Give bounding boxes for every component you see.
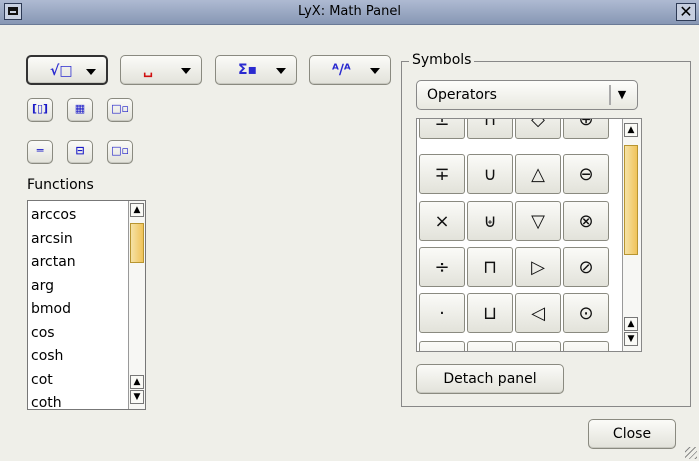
symbols-scrollbar[interactable]: ▲ ▲ ▼ <box>622 119 641 351</box>
list-item[interactable]: cosh <box>31 345 76 369</box>
superscript-button[interactable]: □▫ <box>107 140 133 164</box>
list-item[interactable]: arcsin <box>31 228 76 252</box>
close-button[interactable]: Close <box>588 419 676 449</box>
symbol-button[interactable]: ∩ <box>467 119 513 139</box>
styles-dropdown-button[interactable]: ᴬ∕ᴬ <box>309 55 391 85</box>
symbol-button[interactable]: ⊕ <box>563 119 609 139</box>
equation-button[interactable]: ═ <box>27 140 53 164</box>
dropdown-arrow-icon[interactable]: ▼ <box>609 85 633 105</box>
symbol-button[interactable]: ⊖ <box>563 154 609 194</box>
detach-panel-button[interactable]: Detach panel <box>416 364 564 394</box>
resize-grip-icon[interactable] <box>685 447 697 459</box>
scroll-thumb[interactable] <box>130 223 144 263</box>
symbols-label: Symbols <box>409 52 475 68</box>
root-dropdown-button[interactable]: √□ <box>26 55 108 85</box>
functions-scrollbar[interactable]: ▲ ▲ ▼ <box>128 201 145 409</box>
title-bar: LyX: Math Panel ✕ <box>0 0 699 25</box>
list-item[interactable]: arccos <box>31 204 76 228</box>
scroll-down-icon[interactable]: ▼ <box>130 390 144 404</box>
chevron-down-icon <box>86 69 96 75</box>
space-icon: ␣ <box>143 62 154 78</box>
symbol-button[interactable]: ÷ <box>419 247 465 287</box>
list-item[interactable]: arctan <box>31 251 76 275</box>
symbol-button[interactable] <box>515 341 561 351</box>
symbol-button[interactable]: ◁ <box>515 293 561 333</box>
symbol-button[interactable]: ∓ <box>419 154 465 194</box>
fraction-button[interactable]: ⊟ <box>67 140 93 164</box>
symbol-button[interactable]: ▷ <box>515 247 561 287</box>
scroll-up-icon[interactable]: ▲ <box>624 123 638 137</box>
category-value: Operators <box>427 87 497 103</box>
list-item[interactable]: coth <box>31 392 76 409</box>
scroll-up-icon[interactable]: ▲ <box>130 375 144 389</box>
symbol-button[interactable]: · <box>419 293 465 333</box>
matrix-button[interactable]: ▦ <box>67 98 93 122</box>
functions-items: arccos arcsin arctan arg bmod cos cosh c… <box>31 204 76 409</box>
symbol-button[interactable]: △ <box>515 154 561 194</box>
symbol-button[interactable] <box>419 341 465 351</box>
scroll-up-icon[interactable]: ▲ <box>624 317 638 331</box>
symbol-button[interactable]: × <box>419 201 465 241</box>
symbol-button[interactable] <box>467 341 513 351</box>
styles-icon: ᴬ∕ᴬ <box>332 62 351 78</box>
list-item[interactable]: cot <box>31 369 76 393</box>
functions-label: Functions <box>27 177 94 193</box>
window-close-button[interactable]: ✕ <box>676 3 696 21</box>
subscript-button[interactable]: □▫ <box>107 98 133 122</box>
list-item[interactable]: arg <box>31 275 76 299</box>
symbol-button[interactable]: ⊘ <box>563 247 609 287</box>
big-operators-dropdown-button[interactable]: Σ▪ <box>215 55 297 85</box>
symbol-button[interactable]: ± <box>419 119 465 139</box>
symbol-button[interactable]: ▽ <box>515 201 561 241</box>
symbol-button[interactable]: ◯ <box>563 341 609 351</box>
matrix-icon: ▦ <box>74 102 86 115</box>
symbol-button[interactable]: ⊗ <box>563 201 609 241</box>
symbols-category-select[interactable]: Operators ▼ <box>416 80 638 110</box>
root-icon: √□ <box>50 63 73 79</box>
symbol-button[interactable]: ◇ <box>515 119 561 139</box>
subscript-icon: □▫ <box>111 102 129 115</box>
window-title: LyX: Math Panel <box>298 4 401 19</box>
detach-panel-label: Detach panel <box>443 371 537 387</box>
fraction-icon: ⊟ <box>75 144 85 157</box>
close-label: Close <box>612 426 652 442</box>
sum-icon: Σ▪ <box>238 62 258 78</box>
scroll-down-icon[interactable]: ▼ <box>624 332 638 346</box>
symbol-button[interactable]: ⊓ <box>467 247 513 287</box>
symbol-button[interactable]: ⊎ <box>467 201 513 241</box>
symbol-button[interactable]: ⊙ <box>563 293 609 333</box>
list-item[interactable]: cos <box>31 322 76 346</box>
symbols-grid: ± ∩ ◇ ⊕ ∓ ∪ △ ⊖ × ⊎ ▽ ⊗ ÷ ⊓ ▷ ⊘ · ⊔ ◁ ⊙ … <box>416 118 642 352</box>
scroll-up-icon[interactable]: ▲ <box>130 203 144 217</box>
symbol-button[interactable]: ⊔ <box>467 293 513 333</box>
functions-list[interactable]: arccos arcsin arctan arg bmod cos cosh c… <box>27 200 146 410</box>
space-dropdown-button[interactable]: ␣ <box>120 55 202 85</box>
chevron-down-icon <box>276 68 286 74</box>
superscript-icon: □▫ <box>111 144 129 157</box>
symbol-button[interactable]: ∪ <box>467 154 513 194</box>
chevron-down-icon <box>181 68 191 74</box>
delimiters-icon: [▯] <box>31 102 49 115</box>
chevron-down-icon <box>370 68 380 74</box>
delimiters-button[interactable]: [▯] <box>27 98 53 122</box>
equation-icon: ═ <box>36 144 44 157</box>
list-item[interactable]: bmod <box>31 298 76 322</box>
scroll-thumb[interactable] <box>624 145 638 255</box>
